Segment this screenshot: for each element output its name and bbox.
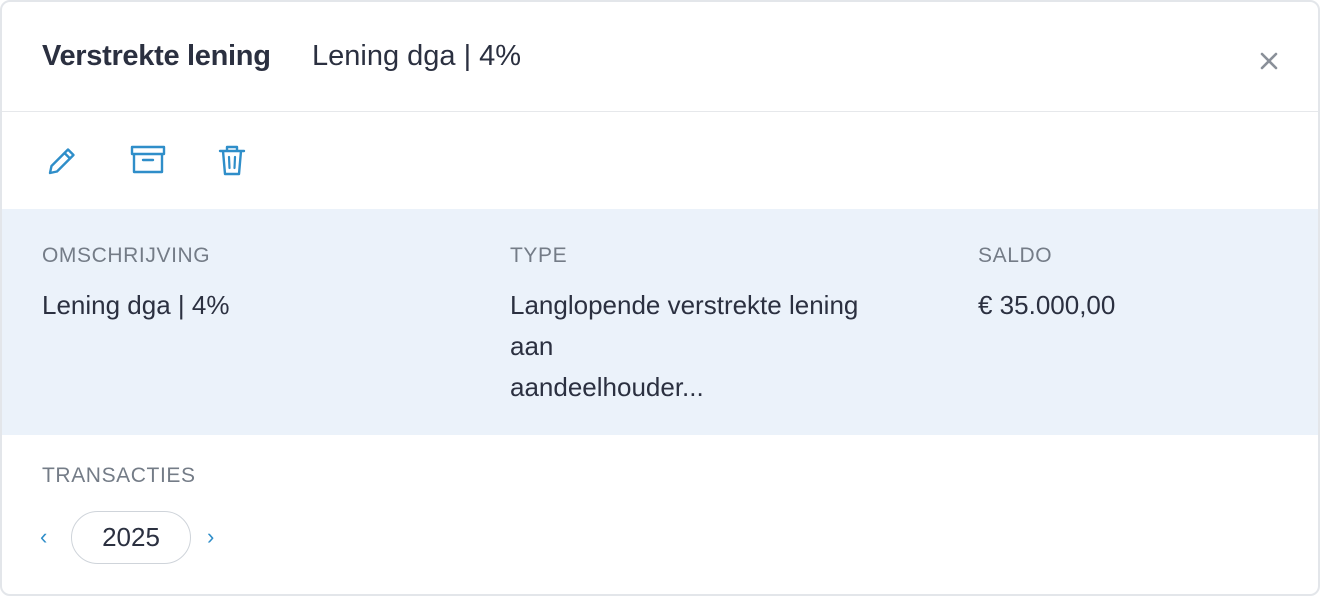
type-field: TYPE Langlopende verstrekte lening aan a… — [510, 243, 930, 408]
type-value-line: aandeelhouder... — [510, 372, 704, 402]
omschrijving-field: OMSCHRIJVING Lening dga | 4% — [42, 243, 229, 326]
close-icon — [1260, 52, 1278, 70]
trash-icon — [218, 145, 246, 176]
panel-title: Verstrekte lening — [42, 40, 271, 72]
previous-year-button[interactable]: ‹ — [40, 522, 47, 552]
archive-box-icon — [130, 145, 166, 174]
action-toolbar — [2, 113, 1318, 209]
close-button[interactable] — [1254, 46, 1284, 76]
saldo-label: SALDO — [978, 244, 1053, 267]
year-selector[interactable]: 2025 — [71, 511, 191, 564]
archive-button[interactable] — [130, 143, 166, 179]
type-value-line: Langlopende verstrekte lening — [510, 290, 859, 320]
type-label: TYPE — [510, 244, 568, 267]
next-year-button[interactable]: › — [207, 522, 214, 552]
details-section: OMSCHRIJVING Lening dga | 4% TYPE Langlo… — [2, 209, 1318, 435]
transactions-label: TRANSACTIES — [42, 464, 196, 487]
saldo-field: SALDO € 35.000,00 — [978, 243, 1115, 326]
edit-button[interactable] — [44, 143, 80, 179]
panel-header: Verstrekte lening Lening dga | 4% — [2, 2, 1318, 112]
omschrijving-value: Lening dga | 4% — [42, 290, 230, 320]
delete-button[interactable] — [214, 143, 250, 179]
pencil-icon — [48, 148, 75, 175]
panel-subtitle: Lening dga | 4% — [312, 40, 522, 72]
loan-detail-panel: Verstrekte lening Lening dga | 4% OMSCHR… — [0, 0, 1320, 596]
saldo-value: € 35.000,00 — [978, 290, 1116, 320]
type-value: Langlopende verstrekte lening aan aandee… — [510, 285, 930, 408]
type-value-line: aan — [510, 331, 554, 361]
omschrijving-label: OMSCHRIJVING — [42, 244, 211, 267]
